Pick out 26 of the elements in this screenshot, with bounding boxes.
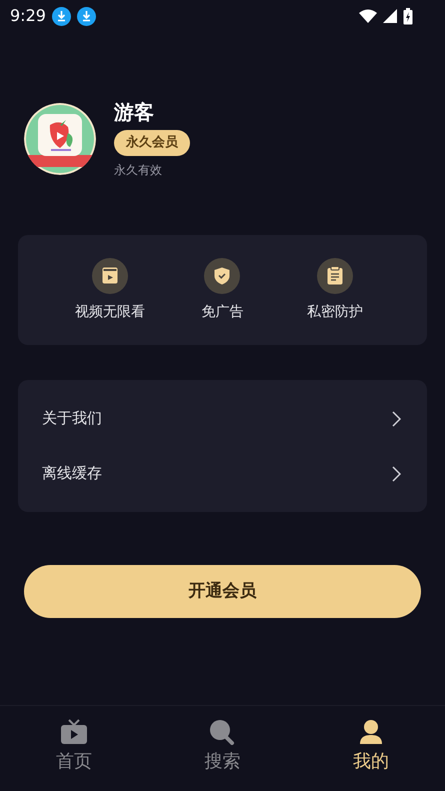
benefit-label: 视频无限看 — [75, 302, 146, 322]
clipboard-icon — [326, 266, 343, 285]
status-time: 9:29 — [10, 5, 46, 27]
download-icon — [52, 6, 71, 26]
benefit-label: 免广告 — [201, 302, 244, 322]
chevron-right-icon — [392, 410, 401, 426]
member-badge: 永久会员 — [114, 130, 190, 156]
search-icon — [209, 718, 236, 744]
film-icon — [102, 267, 118, 284]
benefit-label: 私密防护 — [306, 302, 363, 322]
chevron-right-icon — [392, 466, 401, 482]
battery-icon — [403, 8, 413, 24]
download-icon — [76, 6, 96, 26]
user-name: 游客 — [114, 99, 154, 126]
validity-text: 永久有效 — [114, 162, 162, 179]
wifi-icon — [359, 9, 377, 23]
menu-item[interactable]: 关于我们 — [18, 391, 427, 446]
person-icon — [358, 718, 383, 744]
shield-check-icon — [214, 266, 230, 284]
open-membership-button[interactable]: 开通会员 — [24, 565, 421, 618]
nav-tab[interactable]: 首页 — [0, 706, 148, 783]
nav-tab[interactable]: 我的 — [296, 706, 445, 783]
signal-icon — [383, 9, 397, 23]
tv-icon — [60, 718, 88, 744]
menu-item[interactable]: 离线缓存 — [18, 446, 427, 501]
nav-tab[interactable]: 搜索 — [148, 706, 297, 783]
